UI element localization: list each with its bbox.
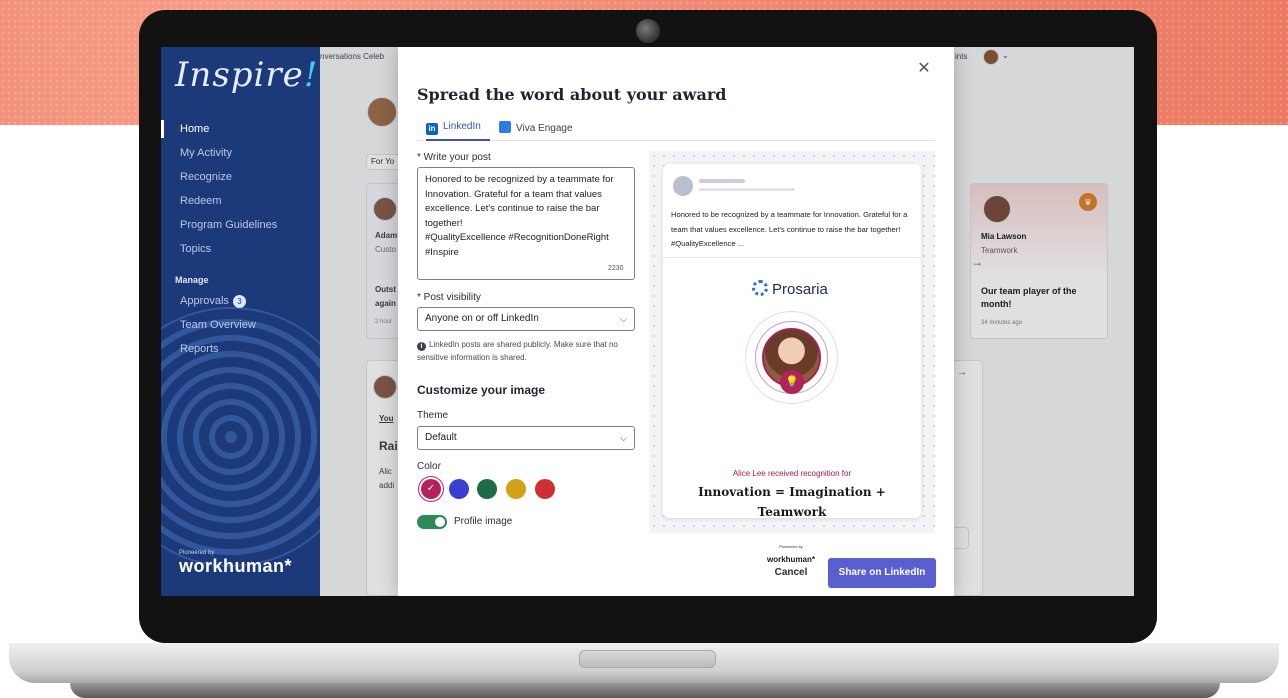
placeholder-line xyxy=(699,179,745,183)
info-text: LinkedIn posts are shared publicly. Make… xyxy=(417,340,618,362)
preview-post-text: Honored to be recognized by a teammate f… xyxy=(671,210,908,248)
manage-nav: Approvals 3 Team Overview Reports xyxy=(161,289,320,361)
theme-select[interactable]: Default ⌵ xyxy=(417,426,635,450)
tab-label: LinkedIn xyxy=(443,121,481,132)
workhuman-logo: workhuman* xyxy=(179,556,293,576)
character-count: 2230 xyxy=(608,265,624,272)
visibility-select[interactable]: Anyone on or off LinkedIn ⌵ xyxy=(417,307,635,331)
lightbulb-icon: 💡 xyxy=(780,370,804,394)
laptop-foot xyxy=(70,683,1220,698)
tab-viva-engage[interactable]: Viva Engage xyxy=(499,121,579,141)
sidebar: Inspire! Home My Activity Recognize Rede… xyxy=(161,47,320,596)
linkedin-icon: in xyxy=(426,123,438,135)
sidebar-item-program-guidelines[interactable]: Program Guidelines xyxy=(161,213,320,237)
sidebar-item-topics[interactable]: Topics xyxy=(161,237,320,261)
color-swatch-gold[interactable] xyxy=(506,479,526,499)
theme-label: Theme xyxy=(417,410,449,421)
cancel-button[interactable]: Cancel xyxy=(759,559,823,587)
main-nav: Home My Activity Recognize Redeem Progra… xyxy=(161,117,320,261)
sidebar-item-team-overview[interactable]: Team Overview xyxy=(161,313,320,337)
sidebar-item-reports[interactable]: Reports xyxy=(161,337,320,361)
webcam-icon xyxy=(636,19,660,43)
divider xyxy=(663,257,921,258)
tab-label: Viva Engage xyxy=(516,123,573,134)
viva-engage-icon xyxy=(499,121,511,133)
sidebar-item-label: Approvals xyxy=(180,295,229,307)
color-swatch-red[interactable] xyxy=(535,479,555,499)
placeholder-line xyxy=(699,188,795,191)
sidebar-item-my-activity[interactable]: My Activity xyxy=(161,141,320,165)
laptop-notch xyxy=(579,650,716,668)
profile-image-label: Profile image xyxy=(454,516,513,527)
chevron-down-icon: ⌵ xyxy=(620,314,627,324)
close-icon[interactable]: ✕ xyxy=(916,61,932,77)
post-label: * Write your post xyxy=(417,152,491,163)
visibility-value: Anyone on or off LinkedIn xyxy=(425,313,539,324)
manage-heading: Manage xyxy=(175,275,209,285)
linkedin-preview-card: Honored to be recognized by a teammate f… xyxy=(663,164,921,564)
tab-linkedin[interactable]: in LinkedIn xyxy=(426,121,490,141)
chevron-down-icon: ⌵ xyxy=(620,433,627,443)
color-swatch-magenta[interactable]: ✓ xyxy=(421,479,441,499)
sidebar-item-home[interactable]: Home xyxy=(161,117,320,141)
sidebar-footer: Pioneered by workhuman* xyxy=(179,550,292,577)
info-icon: i xyxy=(417,342,426,351)
post-textarea[interactable]: Honored to be recognized by a teammate f… xyxy=(417,167,635,280)
avatar xyxy=(673,176,693,196)
color-swatch-blue[interactable] xyxy=(449,479,469,499)
customize-title: Customize your image xyxy=(417,383,546,397)
inspire-logo[interactable]: Inspire! xyxy=(175,55,318,95)
recognition-line: Alice Lee received recognition for xyxy=(732,469,852,478)
approvals-count-badge: 3 xyxy=(232,294,246,308)
sidebar-item-recognize[interactable]: Recognize xyxy=(161,165,320,189)
share-on-linkedin-button[interactable]: Share on LinkedIn xyxy=(828,558,936,588)
visibility-label: * Post visibility xyxy=(417,292,481,303)
profile-image-toggle[interactable] xyxy=(417,515,447,529)
color-swatch-green[interactable] xyxy=(477,479,497,499)
award-name: Innovation = Imagination + Teamwork xyxy=(698,485,886,519)
prosaria-logo-icon xyxy=(752,280,768,296)
sidebar-item-redeem[interactable]: Redeem xyxy=(161,189,320,213)
company-logo: Prosaria xyxy=(752,280,828,298)
sidebar-item-approvals[interactable]: Approvals 3 xyxy=(161,289,320,313)
share-award-dialog: ✕ Spread the word about your award in Lin… xyxy=(398,47,954,596)
color-label: Color xyxy=(417,461,441,472)
theme-value: Default xyxy=(425,432,457,443)
visibility-info: i LinkedIn posts are shared publicly. Mak… xyxy=(417,338,637,364)
dialog-title: Spread the word about your award xyxy=(417,85,727,104)
app-screen: Inspire! Home My Activity Recognize Rede… xyxy=(161,47,1134,596)
share-tabs: in LinkedIn Viva Engage xyxy=(417,119,935,141)
